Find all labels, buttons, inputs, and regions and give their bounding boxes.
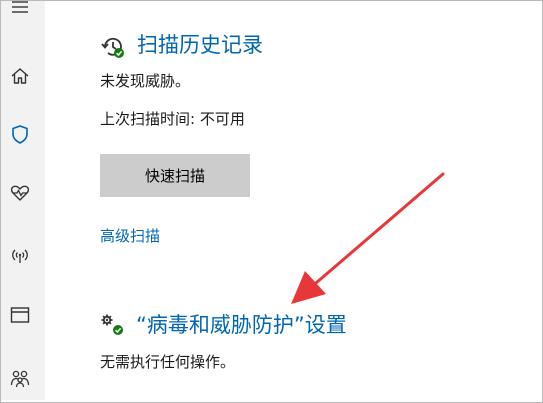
history-clock-icon xyxy=(100,34,126,60)
heart-pulse-icon[interactable] xyxy=(9,182,31,204)
window-frame xyxy=(0,0,543,403)
virus-threat-protection-settings-title[interactable]: “病毒和威胁防护”设置 xyxy=(136,311,347,339)
browser-window-icon[interactable] xyxy=(9,304,31,326)
wireless-antenna-icon[interactable] xyxy=(9,244,31,266)
scan-history-title[interactable]: 扫描历史记录 xyxy=(137,31,263,59)
advanced-scan-link[interactable]: 高级扫描 xyxy=(100,225,160,247)
home-icon[interactable] xyxy=(9,65,31,87)
shield-icon[interactable] xyxy=(9,123,31,145)
last-scan-time-text: 上次扫描时间: 不可用 xyxy=(100,110,245,128)
left-nav-rail xyxy=(1,1,45,400)
family-icon[interactable] xyxy=(9,367,31,389)
settings-status-text: 无需执行任何操作。 xyxy=(100,353,236,371)
threat-status-text: 未发现威胁。 xyxy=(100,72,191,90)
hamburger-menu-icon[interactable] xyxy=(9,0,31,19)
quick-scan-button[interactable]: 快速扫描 xyxy=(100,154,250,197)
settings-gears-icon xyxy=(100,313,126,337)
